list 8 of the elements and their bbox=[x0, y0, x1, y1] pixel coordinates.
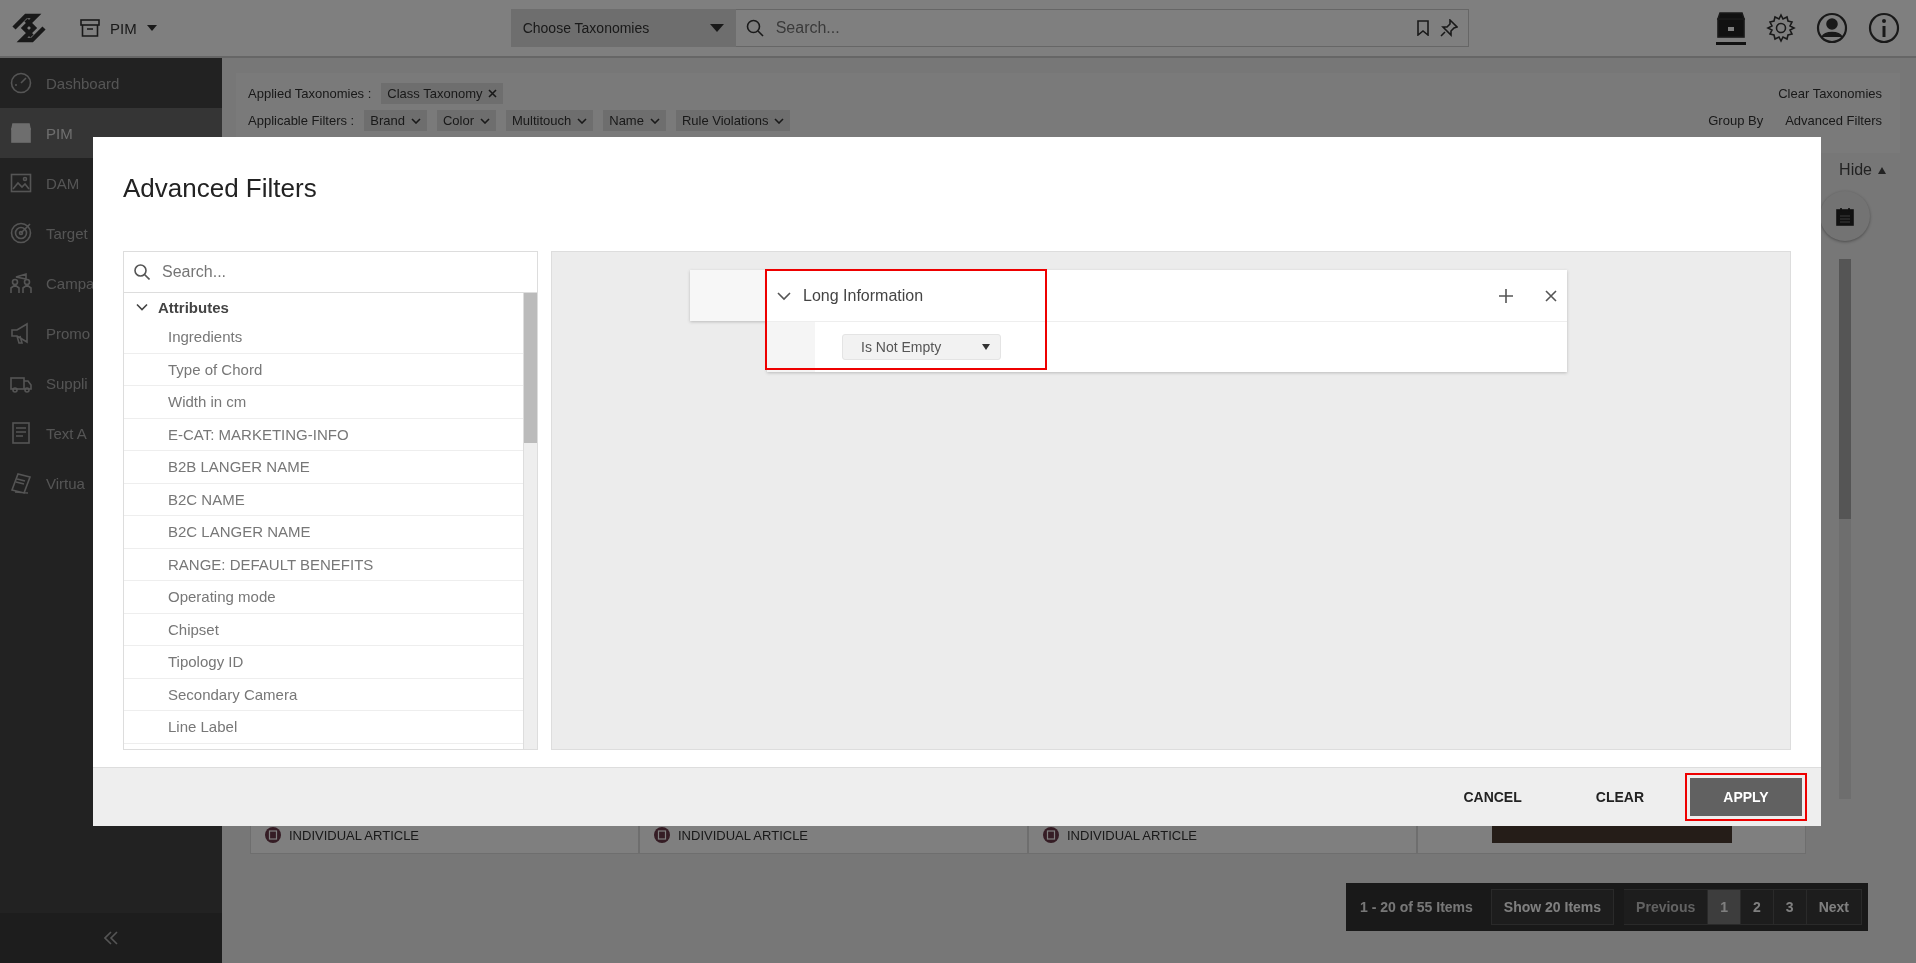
article-type-label: INDIVIDUAL ARTICLE bbox=[289, 827, 420, 843]
rule-field-name: Long Information bbox=[803, 286, 925, 305]
article-type-label: INDIVIDUAL ARTICLE bbox=[678, 827, 809, 843]
article-type-label: INDIVIDUAL ARTICLE bbox=[1067, 827, 1198, 843]
applicable-filters-label: Applicable Filters : bbox=[248, 113, 355, 128]
items-summary: 1 - 20 of 55 Items bbox=[1359, 899, 1474, 915]
applied-taxonomies-label: Applied Taxonomies : bbox=[248, 86, 372, 101]
dialog-title: Advanced Filters bbox=[122, 172, 318, 205]
